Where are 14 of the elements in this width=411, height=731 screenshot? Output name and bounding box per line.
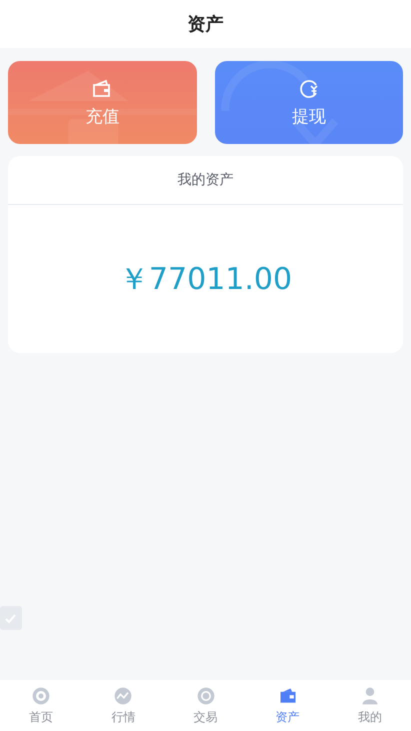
action-button[interactable]: 充值 bbox=[8, 61, 196, 144]
tab-item[interactable]: 行情 bbox=[82, 680, 164, 731]
asset-amount: ￥77011.00 bbox=[118, 260, 292, 298]
tab-item[interactable]: 资产 bbox=[246, 680, 329, 731]
action-button[interactable]: 提现 bbox=[214, 61, 403, 144]
trend-icon bbox=[113, 686, 134, 706]
tab-item[interactable]: 我的 bbox=[328, 680, 411, 731]
tab-item[interactable]: 首页 bbox=[0, 680, 82, 731]
target-icon bbox=[31, 686, 52, 706]
tab-item[interactable]: 交易 bbox=[164, 680, 247, 731]
card-title: 我的资产 bbox=[178, 171, 234, 189]
user-icon bbox=[360, 686, 380, 706]
page-title: 资产 bbox=[188, 13, 224, 36]
wallet-icon bbox=[278, 686, 298, 706]
